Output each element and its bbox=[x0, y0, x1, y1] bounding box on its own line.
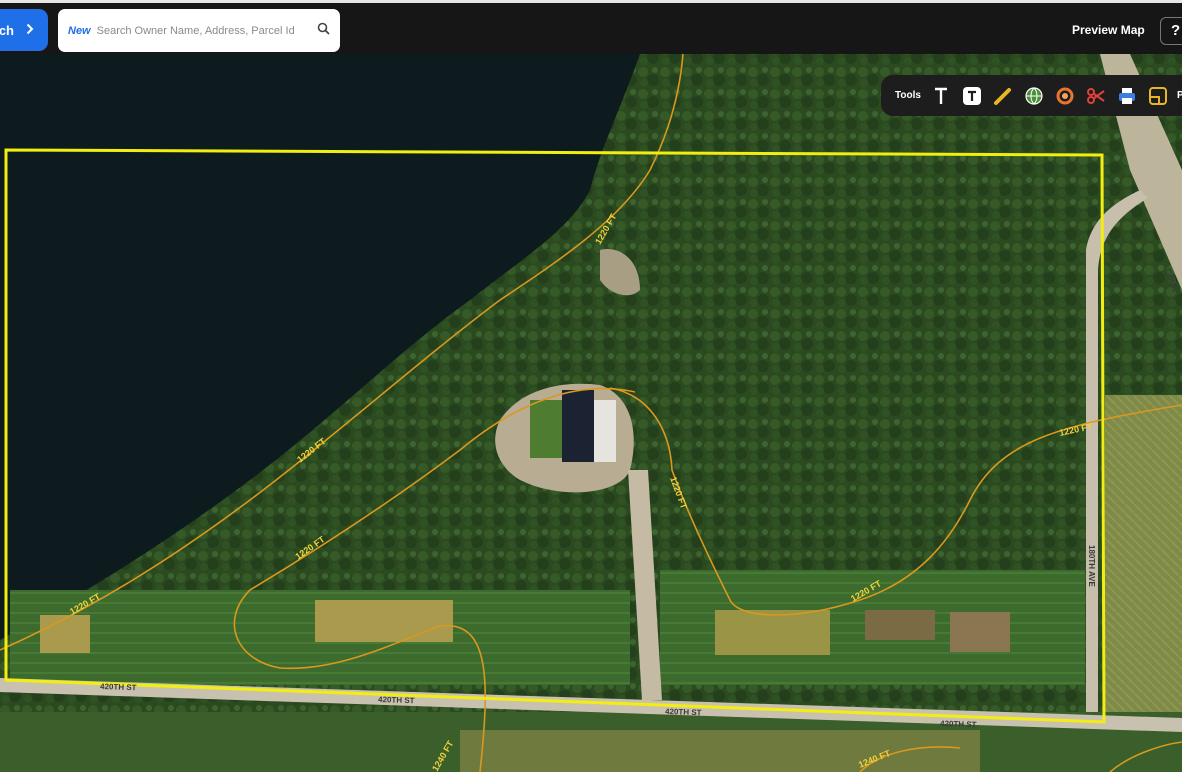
dry-crop-patch bbox=[865, 610, 935, 640]
road-label: 420TH ST bbox=[665, 707, 702, 717]
farm-field-east bbox=[1105, 395, 1182, 725]
road-label: 420TH ST bbox=[378, 695, 415, 705]
circle-icon[interactable] bbox=[1053, 84, 1077, 108]
top-bar: ch New Preview Map ? bbox=[0, 0, 1182, 54]
text-icon[interactable] bbox=[929, 84, 953, 108]
new-tag: New bbox=[68, 24, 91, 37]
search-field[interactable]: New bbox=[58, 9, 340, 52]
search-button-label: ch bbox=[0, 22, 14, 38]
tools-toolbar: Tools P bbox=[881, 75, 1182, 116]
scissors-icon[interactable] bbox=[1084, 84, 1108, 108]
search-input[interactable] bbox=[94, 23, 317, 38]
dry-crop-patch bbox=[40, 615, 90, 653]
road-label: 420TH ST bbox=[100, 682, 137, 692]
road-label: 420TH ST bbox=[940, 719, 977, 729]
barn-roof bbox=[562, 390, 594, 462]
tools-clipped-label: P bbox=[1176, 90, 1182, 101]
dry-crop-patch bbox=[950, 612, 1010, 652]
search-icon[interactable] bbox=[317, 22, 330, 40]
help-button[interactable]: ? bbox=[1160, 17, 1182, 45]
chevron-right-icon bbox=[26, 23, 34, 38]
layout-icon[interactable] bbox=[1146, 84, 1170, 108]
barn-annex bbox=[594, 400, 616, 462]
preview-map-button[interactable]: Preview Map bbox=[1072, 23, 1145, 37]
dry-crop-patch bbox=[315, 600, 453, 642]
dry-crop-patch bbox=[715, 610, 830, 655]
pencil-icon[interactable] bbox=[991, 84, 1015, 108]
tools-label: Tools bbox=[895, 90, 921, 101]
road-label: 180TH AVE bbox=[1087, 545, 1096, 587]
globe-icon[interactable] bbox=[1022, 84, 1046, 108]
text-box-icon[interactable] bbox=[960, 84, 984, 108]
aerial-map[interactable]: 1220 FT 1220 FT 1220 FT 1220 FT 1220 FT … bbox=[0, 54, 1182, 772]
search-button[interactable]: ch bbox=[0, 9, 48, 51]
print-icon[interactable] bbox=[1115, 84, 1139, 108]
